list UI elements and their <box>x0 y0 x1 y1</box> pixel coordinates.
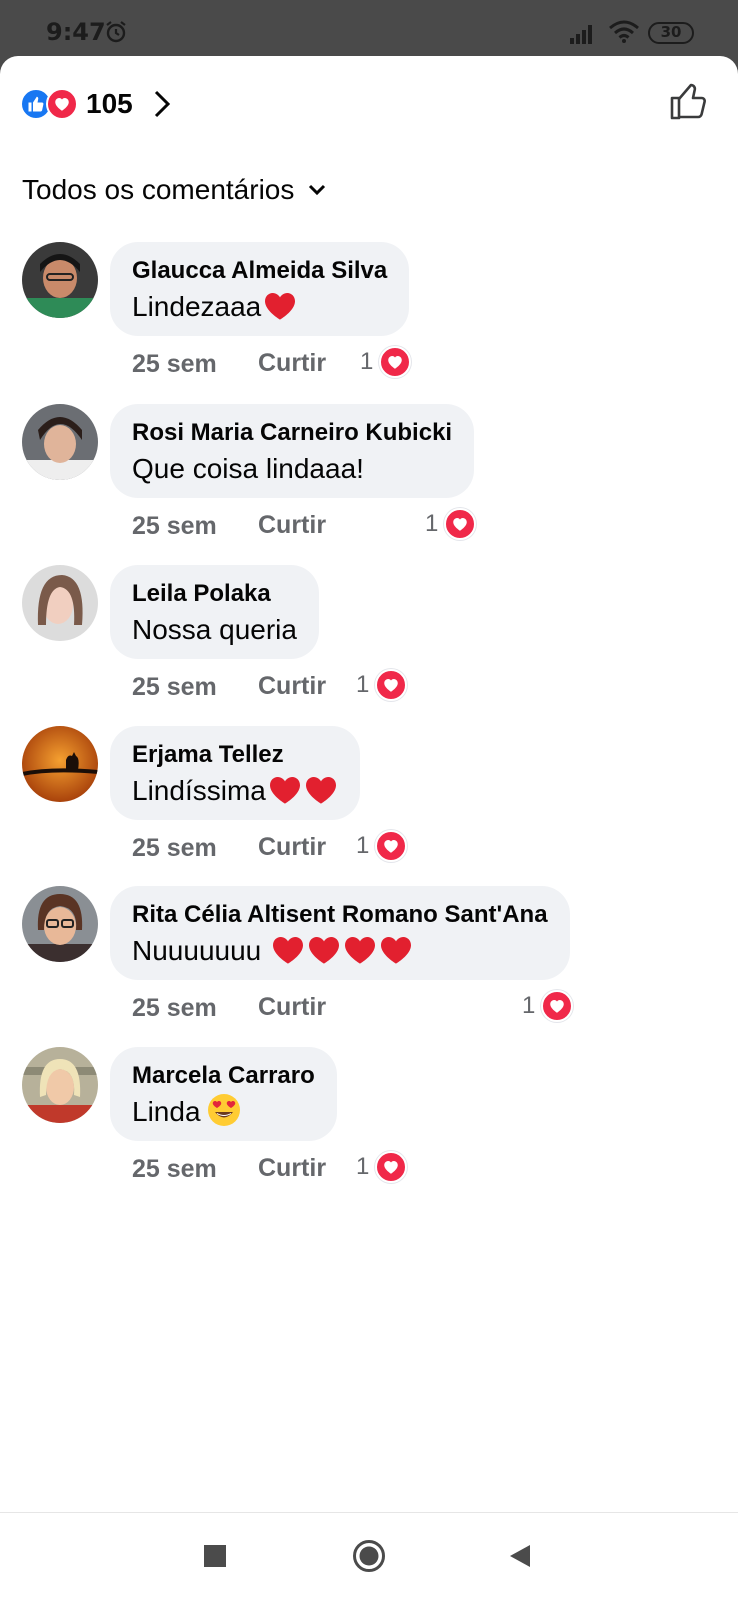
love-reaction-icon <box>444 508 477 540</box>
comment-text: Que coisa lindaaa! <box>132 453 364 484</box>
comment-reaction-count[interactable]: 1 <box>360 344 412 380</box>
heart-emoji-icon <box>309 937 340 964</box>
status-time: 9:47 <box>46 18 106 46</box>
love-reaction-icon <box>375 669 408 701</box>
comment-time[interactable]: 25 sem <box>132 350 217 379</box>
avatar[interactable] <box>22 726 98 802</box>
status-bar: 9:47 30 <box>0 0 738 56</box>
like-comment-button[interactable]: Curtir <box>258 672 326 701</box>
comment-time[interactable]: 25 sem <box>132 834 217 863</box>
comment-reaction-count[interactable]: 1 <box>522 988 574 1024</box>
comment-bubble[interactable]: Rosi Maria Carneiro Kubicki Que coisa li… <box>110 404 475 498</box>
love-reaction-icon <box>375 830 408 862</box>
reaction-count-number: 1 <box>360 348 374 375</box>
avatar[interactable] <box>22 886 98 962</box>
comments-sheet: 105 Todos os comentários Glaucca Almeida… <box>0 56 738 1512</box>
comment-text: Nuuuuuuu <box>132 932 548 970</box>
comment-actions: 25 sem Curtir <box>132 508 326 544</box>
navigation-bar <box>0 1512 738 1600</box>
reactions-summary[interactable]: 105 <box>20 82 173 126</box>
comment-item: Glaucca Almeida Silva Lindezaaa 25 sem C… <box>0 242 738 392</box>
comment-author[interactable]: Leila Polaka <box>132 579 297 609</box>
wifi-icon <box>609 20 639 43</box>
comment-text-content: Linda <box>132 1096 201 1127</box>
comment-time[interactable]: 25 sem <box>132 512 217 541</box>
heart-emoji-icon <box>269 777 300 804</box>
comment-item: Leila Polaka Nossa queria 25 sem Curtir … <box>0 565 738 715</box>
comment-actions: 25 sem Curtir <box>132 990 326 1026</box>
avatar[interactable] <box>22 565 98 641</box>
heart-emoji-icon <box>273 937 304 964</box>
comment-text-content: Nuuuuuuu <box>132 935 270 966</box>
like-comment-button[interactable]: Curtir <box>258 511 326 540</box>
love-reaction-icon <box>541 990 574 1022</box>
comment-item: Erjama Tellez Lindíssima 25 sem Curtir 1 <box>0 726 738 876</box>
comment-bubble[interactable]: Leila Polaka Nossa queria <box>110 565 319 659</box>
comment-time[interactable]: 25 sem <box>132 994 217 1023</box>
comment-author[interactable]: Marcela Carraro <box>132 1061 315 1091</box>
heart-emoji-icon <box>381 937 412 964</box>
like-post-button[interactable] <box>668 80 710 122</box>
avatar[interactable] <box>22 1047 98 1123</box>
comment-filter-dropdown[interactable]: Todos os comentários <box>22 174 326 206</box>
comment-text: Nossa queria <box>132 614 297 645</box>
love-reaction-icon <box>375 1151 408 1183</box>
reaction-count-number: 1 <box>356 1153 370 1180</box>
like-comment-button[interactable]: Curtir <box>258 993 326 1022</box>
alarm-icon <box>106 21 126 43</box>
chevron-down-icon <box>309 184 326 196</box>
reactions-count: 105 <box>86 88 133 119</box>
comment-text-content: Lindezaaa <box>132 291 262 322</box>
battery-icon: 30 <box>648 22 694 44</box>
comment-item: Marcela Carraro Linda 25 sem Curtir 1 <box>0 1047 738 1197</box>
like-comment-button[interactable]: Curtir <box>258 349 326 378</box>
recent-apps-button[interactable] <box>204 1545 226 1567</box>
reaction-count-number: 1 <box>425 510 439 537</box>
avatar[interactable] <box>22 404 98 480</box>
comment-time[interactable]: 25 sem <box>132 1155 217 1184</box>
comment-reaction-count[interactable]: 1 <box>356 1149 408 1185</box>
comment-author[interactable]: Erjama Tellez <box>132 740 338 770</box>
back-button[interactable] <box>508 1543 532 1569</box>
filter-label: Todos os comentários <box>22 174 295 205</box>
comment-text: Linda <box>132 1093 315 1131</box>
comment-time[interactable]: 25 sem <box>132 673 217 702</box>
comment-text-content: Lindíssima <box>132 775 266 806</box>
love-icon <box>46 88 78 120</box>
reaction-count-number: 1 <box>356 832 370 859</box>
comment-actions: 25 sem Curtir <box>132 346 326 382</box>
like-comment-button[interactable]: Curtir <box>258 1154 326 1183</box>
comment-text: Lindíssima <box>132 772 338 810</box>
comment-bubble[interactable]: Erjama Tellez Lindíssima <box>110 726 360 820</box>
comment-actions: 25 sem Curtir <box>132 1151 326 1187</box>
comment-item: Rita Célia Altisent Romano Sant'Ana Nuuu… <box>0 886 738 1036</box>
battery-level: 30 <box>660 23 682 41</box>
heart-eyes-emoji-icon <box>207 1094 240 1126</box>
heart-emoji-icon <box>265 293 296 320</box>
avatar[interactable] <box>22 242 98 318</box>
comment-actions: 25 sem Curtir <box>132 830 326 866</box>
signal-icon <box>570 25 592 44</box>
comment-author[interactable]: Rita Célia Altisent Romano Sant'Ana <box>132 900 548 930</box>
reaction-count-number: 1 <box>356 671 370 698</box>
like-comment-button[interactable]: Curtir <box>258 833 326 862</box>
comment-actions: 25 sem Curtir <box>132 669 326 705</box>
comment-reaction-count[interactable]: 1 <box>356 667 408 703</box>
heart-emoji-icon <box>345 937 376 964</box>
comment-author[interactable]: Glaucca Almeida Silva <box>132 256 387 286</box>
comment-author[interactable]: Rosi Maria Carneiro Kubicki <box>132 418 452 448</box>
chevron-right-icon <box>154 90 170 118</box>
comment-reaction-count[interactable]: 1 <box>425 506 477 542</box>
comment-text: Lindezaaa <box>132 288 387 326</box>
reaction-count-number: 1 <box>522 992 536 1019</box>
comment-bubble[interactable]: Rita Célia Altisent Romano Sant'Ana Nuuu… <box>110 886 570 980</box>
home-button[interactable] <box>352 1539 386 1573</box>
comment-bubble[interactable]: Marcela Carraro Linda <box>110 1047 337 1141</box>
love-reaction-icon <box>379 346 412 378</box>
comment-item: Rosi Maria Carneiro Kubicki Que coisa li… <box>0 404 738 554</box>
comment-bubble[interactable]: Glaucca Almeida Silva Lindezaaa <box>110 242 410 336</box>
comment-reaction-count[interactable]: 1 <box>356 828 408 864</box>
heart-emoji-icon <box>305 777 336 804</box>
